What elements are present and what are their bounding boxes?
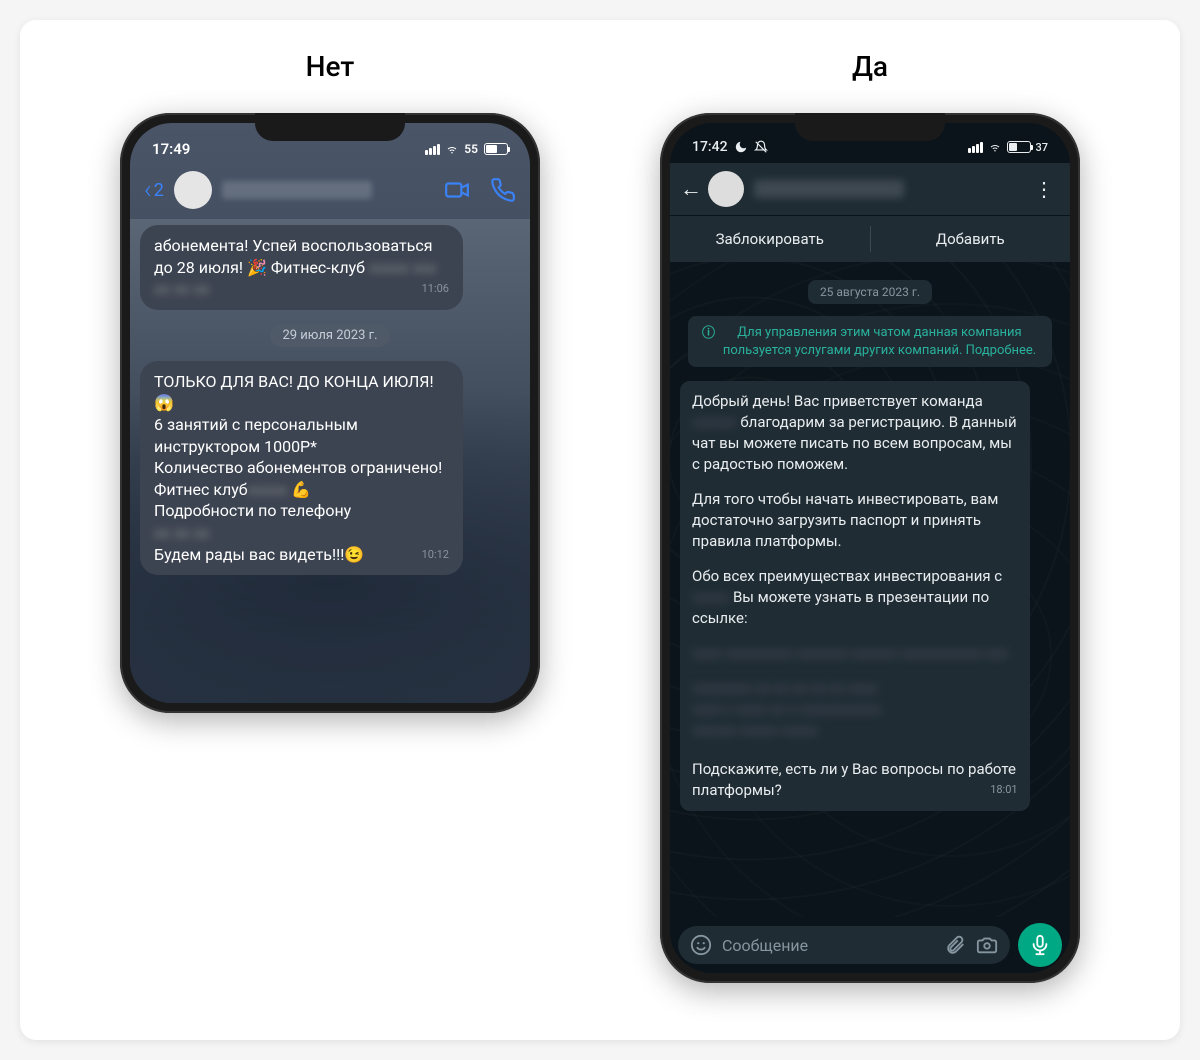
input-placeholder: Сообщение: [722, 936, 934, 955]
message-bubble[interactable]: ТОЛЬКО ДЛЯ ВАС! ДО КОНЦА ИЮЛЯ!😱 6 заняти…: [140, 361, 463, 575]
battery-icon: [484, 143, 508, 155]
back-button[interactable]: ‹: [144, 175, 152, 205]
chat-body[interactable]: 25 августа 2023 г. ⓘ Для управления этим…: [670, 262, 1070, 917]
back-button[interactable]: ←: [680, 176, 702, 202]
status-time: 17:49: [152, 140, 190, 158]
column-yes: Да 17:42 37: [600, 50, 1140, 1000]
message-bubble[interactable]: Добрый день! Вас приветствует команда xx…: [680, 381, 1030, 811]
notch: [255, 113, 405, 141]
avatar[interactable]: [174, 171, 212, 209]
wifi-icon: [987, 141, 1003, 153]
comparison-card: Нет 17:49 55 ‹ 2: [20, 20, 1180, 1040]
dnd-icon: [734, 140, 748, 154]
avatar[interactable]: [708, 171, 744, 207]
redacted-link: xxxx xxxxxxxxx xxxxxxx xxxxxx xxxxxxxxxx…: [692, 643, 1018, 664]
message-time: 18:01: [990, 782, 1017, 797]
message-input[interactable]: Сообщение: [678, 926, 1010, 964]
message-time: 11:06: [422, 282, 449, 297]
contact-name-redacted: [222, 181, 372, 199]
info-icon: ⓘ: [702, 325, 715, 359]
phone-call-icon[interactable]: [490, 177, 516, 203]
chat-body[interactable]: абонемента! Успей воспользоваться до 28 …: [130, 219, 530, 703]
battery-text: 37: [1035, 141, 1048, 154]
wifi-icon: [444, 143, 460, 155]
attach-icon[interactable]: [944, 934, 966, 956]
screen-left: 17:49 55 ‹ 2: [130, 123, 530, 703]
redacted-text: xxxxx: [248, 480, 288, 499]
redacted-text: xx xx xx: [154, 523, 210, 542]
info-banner[interactable]: ⓘ Для управления этим чатом данная компа…: [688, 316, 1052, 367]
menu-button[interactable]: ⋮: [1028, 177, 1060, 201]
date-separator: 25 августа 2023 г.: [808, 280, 932, 304]
signal-icon: [425, 144, 440, 155]
chat-navbar: ← ⋮: [670, 163, 1070, 215]
phone-left: 17:49 55 ‹ 2: [120, 113, 540, 713]
mic-button[interactable]: [1018, 923, 1062, 967]
message-bubble[interactable]: абонемента! Успей воспользоваться до 28 …: [140, 225, 463, 310]
signal-icon: [968, 142, 983, 153]
mute-icon: [754, 140, 768, 154]
add-button[interactable]: Добавить: [871, 216, 1071, 262]
column-title-yes: Да: [852, 50, 888, 83]
message-time: 10:12: [422, 548, 449, 563]
block-button[interactable]: Заблокировать: [670, 216, 870, 262]
column-title-no: Нет: [306, 50, 355, 83]
video-call-icon[interactable]: [444, 177, 470, 203]
back-count[interactable]: 2: [154, 180, 164, 201]
action-row: Заблокировать Добавить: [670, 215, 1070, 262]
notch: [795, 113, 945, 141]
redacted-text: xxxxxxxx xx xx xx xx xx xxxxxxxx x xxxx …: [692, 678, 1018, 741]
redacted-text: xxxxx xxx: [369, 258, 436, 277]
contact-name-redacted: [754, 180, 904, 198]
battery-text: 55: [464, 142, 478, 156]
phone-right: 17:42 37 ← ⋮: [660, 113, 1080, 983]
redacted-text: xx xx xx: [154, 279, 210, 298]
input-row: Сообщение: [670, 917, 1070, 973]
battery-icon: [1007, 141, 1031, 153]
camera-icon[interactable]: [976, 934, 998, 956]
emoji-icon[interactable]: [690, 934, 712, 956]
redacted-text: xxxxx: [692, 588, 729, 606]
status-time: 17:42: [692, 139, 728, 155]
screen-right: 17:42 37 ← ⋮: [670, 123, 1070, 973]
date-separator: 29 июля 2023 г.: [270, 324, 389, 347]
redacted-text: xxxxxx: [692, 413, 737, 431]
column-no: Нет 17:49 55 ‹ 2: [60, 50, 600, 1000]
chat-navbar: ‹ 2: [130, 167, 530, 219]
